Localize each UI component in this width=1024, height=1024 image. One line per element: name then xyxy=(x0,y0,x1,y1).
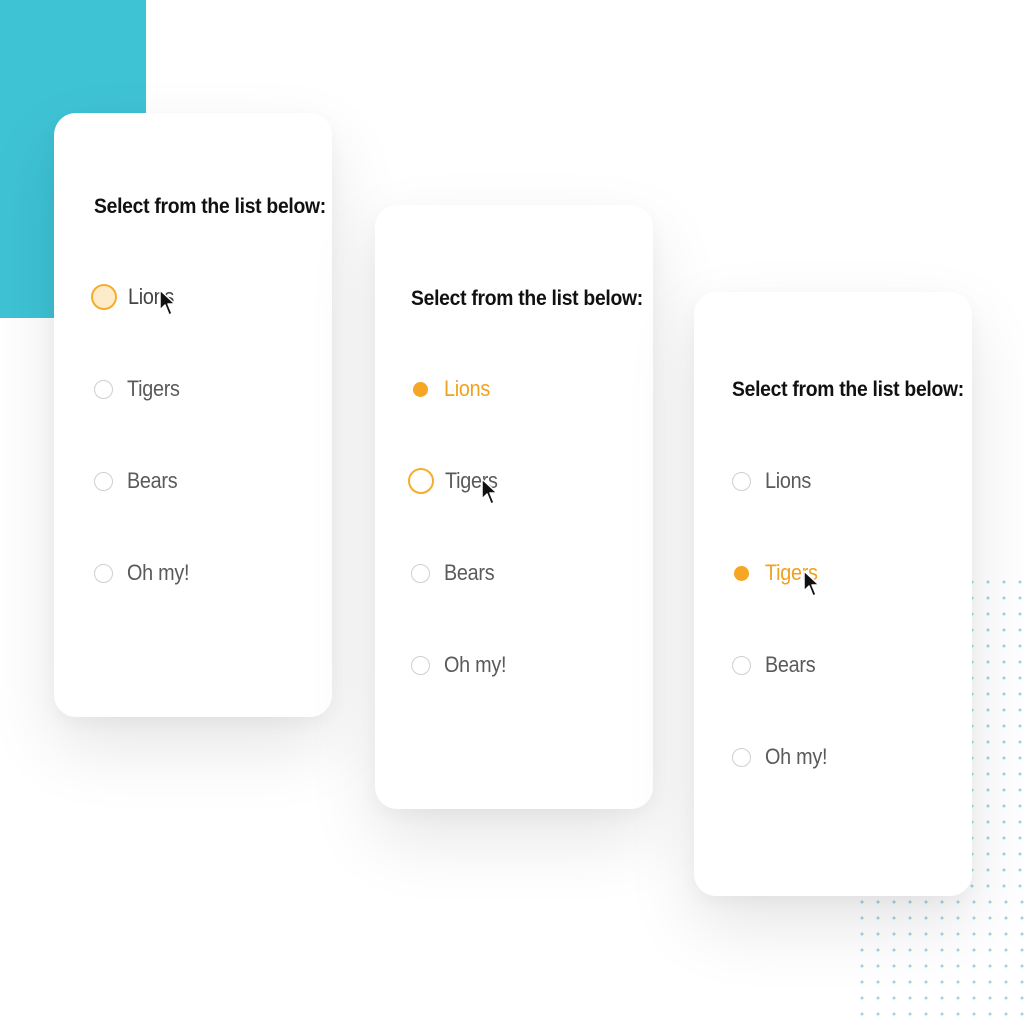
option-lions[interactable]: Lions xyxy=(411,372,495,406)
option-oh-my[interactable]: Oh my! xyxy=(411,648,513,682)
option-label: Bears xyxy=(444,560,495,585)
option-tigers[interactable]: Tigers xyxy=(408,464,504,498)
option-label: Oh my! xyxy=(444,652,507,677)
option-label: Tigers xyxy=(127,376,180,401)
card-title: Select from the list below: xyxy=(94,195,326,218)
radio-button[interactable] xyxy=(411,655,430,675)
radio-button[interactable] xyxy=(408,468,434,494)
option-bears[interactable]: Bears xyxy=(94,464,183,498)
radio-button[interactable] xyxy=(732,471,751,491)
option-label: Lions xyxy=(128,284,174,309)
radio-card-1: Select from the list below: Lions Tigers… xyxy=(54,113,332,717)
radio-card-2: Select from the list below: Lions Tigers… xyxy=(375,205,653,809)
radio-button[interactable] xyxy=(94,379,113,399)
radio-button-selected[interactable] xyxy=(411,380,430,399)
card-title: Select from the list below: xyxy=(732,378,964,401)
radio-button[interactable] xyxy=(94,471,113,491)
option-tigers[interactable]: Tigers xyxy=(94,372,186,406)
option-tigers[interactable]: Tigers xyxy=(732,556,824,590)
option-bears[interactable]: Bears xyxy=(732,648,821,682)
dot-pattern-decoration-lower xyxy=(854,894,1024,1024)
card-title: Select from the list below: xyxy=(411,287,643,310)
radio-card-3: Select from the list below: Lions Tigers… xyxy=(694,292,972,896)
radio-button[interactable] xyxy=(91,284,117,310)
option-label: Lions xyxy=(444,376,490,401)
option-label: Oh my! xyxy=(127,560,190,585)
radio-button[interactable] xyxy=(94,563,113,583)
radio-button-selected[interactable] xyxy=(732,564,751,583)
radio-button[interactable] xyxy=(732,655,751,675)
option-lions[interactable]: Lions xyxy=(91,280,179,314)
dot-pattern-decoration xyxy=(964,574,1024,894)
option-oh-my[interactable]: Oh my! xyxy=(94,556,196,590)
option-oh-my[interactable]: Oh my! xyxy=(732,740,834,774)
option-label: Tigers xyxy=(765,560,818,585)
radio-button[interactable] xyxy=(732,747,751,767)
option-label: Oh my! xyxy=(765,744,828,769)
option-bears[interactable]: Bears xyxy=(411,556,500,590)
option-label: Tigers xyxy=(445,468,498,493)
option-label: Lions xyxy=(765,468,811,493)
radio-button[interactable] xyxy=(411,563,430,583)
option-label: Bears xyxy=(127,468,178,493)
option-lions[interactable]: Lions xyxy=(732,464,816,498)
option-label: Bears xyxy=(765,652,816,677)
